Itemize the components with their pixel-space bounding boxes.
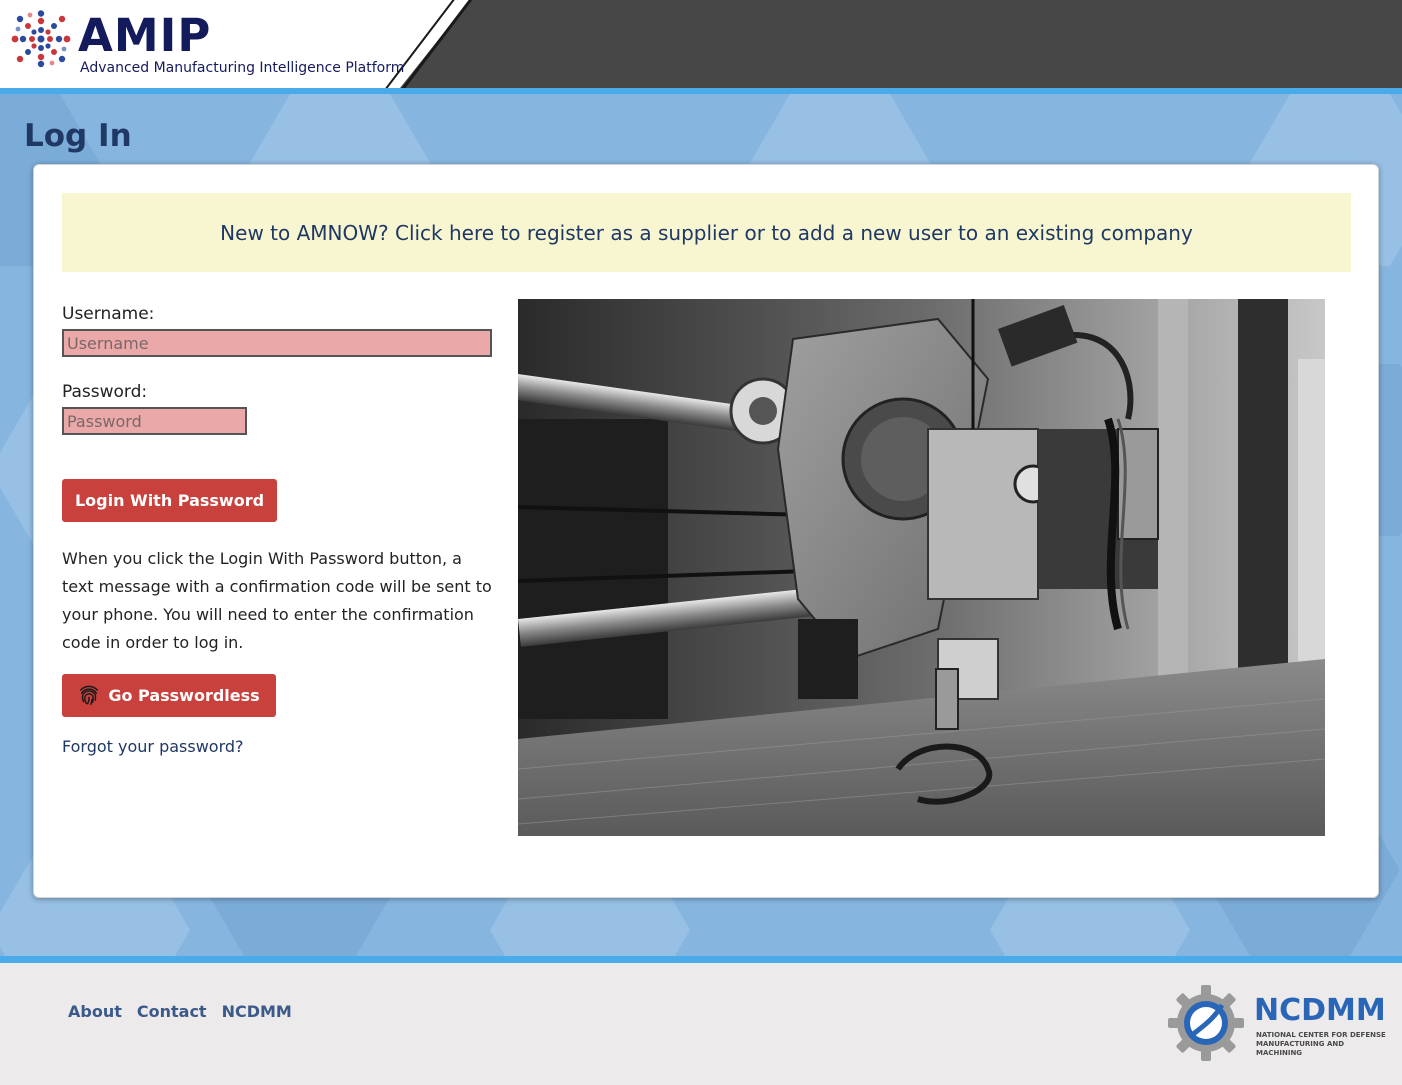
footer-link-contact[interactable]: Contact (137, 1002, 207, 1021)
3d-printer-photo (518, 299, 1325, 836)
gear-icon (1168, 985, 1244, 1061)
app-logo-title[interactable]: AMIP (78, 10, 211, 62)
main-content-area: Log In New to AMNOW? Click here to regis… (0, 94, 1402, 956)
login-card: New to AMNOW? Click here to register as … (33, 164, 1379, 898)
password-label: Password: (62, 382, 148, 402)
username-input[interactable] (62, 329, 492, 357)
login-with-password-button[interactable]: Login With Password (62, 479, 277, 522)
ncdmm-tagline-line2: MANUFACTURING AND MACHINING (1256, 1040, 1345, 1057)
footer: About Contact NCDMM NCDMM NATIONAL CENTE… (0, 963, 1402, 1085)
amip-logo-icon[interactable] (10, 10, 72, 68)
page-title: Log In (24, 118, 132, 154)
app-logo-subtitle: Advanced Manufacturing Intelligence Plat… (80, 60, 405, 76)
ncdmm-logo[interactable]: NCDMM NATIONAL CENTER FOR DEFENSE MANUFA… (1166, 983, 1392, 1063)
forgot-password-link[interactable]: Forgot your password? (62, 737, 244, 756)
ncdmm-logo-tagline: NATIONAL CENTER FOR DEFENSE MANUFACTURIN… (1256, 1031, 1392, 1058)
login-help-text: When you click the Login With Password b… (62, 549, 492, 652)
fingerprint-icon (80, 685, 99, 705)
footer-accent-stripe (0, 956, 1402, 963)
password-input[interactable] (62, 407, 247, 435)
username-label: Username: (62, 304, 155, 324)
register-banner-link[interactable]: New to AMNOW? Click here to register as … (62, 193, 1351, 272)
go-passwordless-button[interactable]: Go Passwordless (62, 674, 276, 717)
footer-link-ncdmm[interactable]: NCDMM (222, 1002, 292, 1021)
ncdmm-tagline-line1: NATIONAL CENTER FOR DEFENSE (1256, 1031, 1386, 1039)
ncdmm-logo-text: NCDMM (1254, 993, 1386, 1028)
footer-link-about[interactable]: About (68, 1002, 122, 1021)
top-header-bar: AMIP Advanced Manufacturing Intelligence… (0, 0, 1402, 88)
login-button-label: Login With Password (74, 491, 265, 510)
footer-links: About Contact NCDMM (68, 1002, 292, 1021)
passwordless-button-label: Go Passwordless (108, 686, 260, 705)
